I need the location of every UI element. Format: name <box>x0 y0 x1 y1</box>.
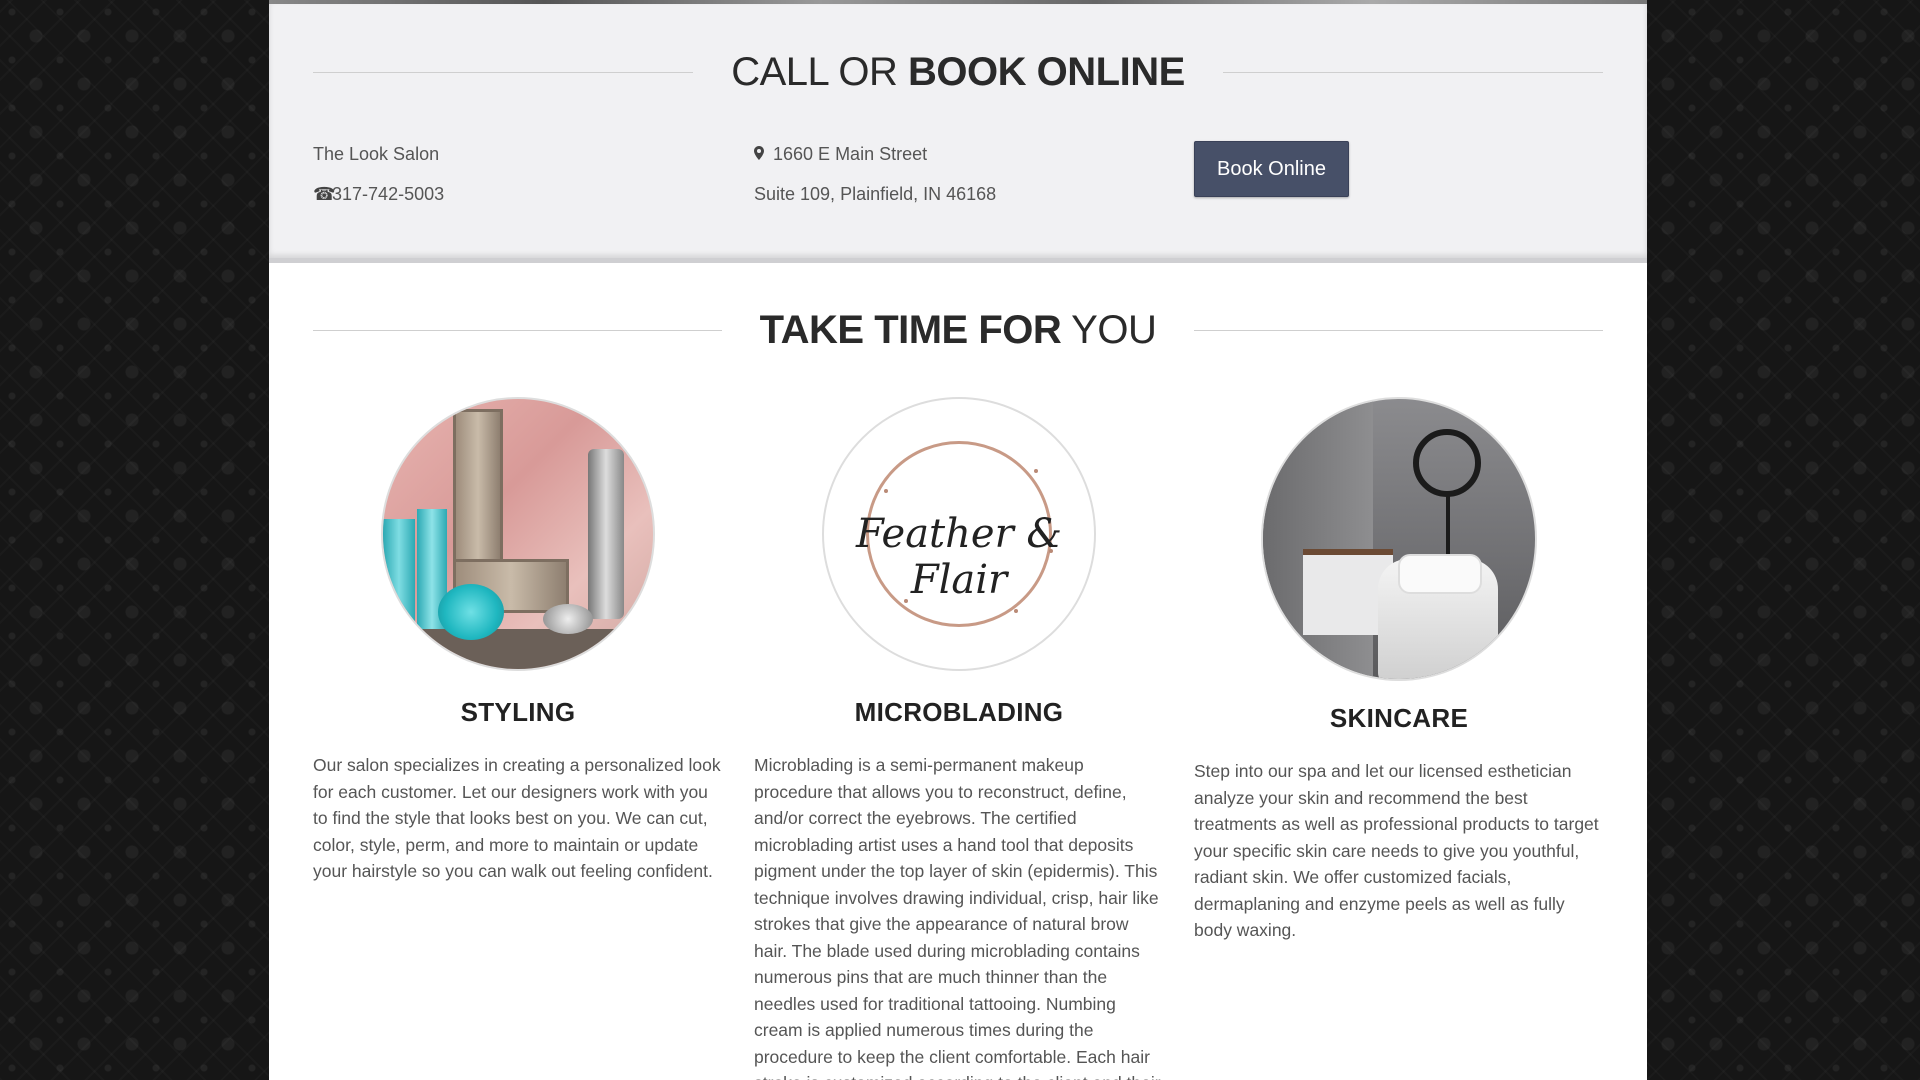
services-heading-row: TAKE TIME FOR YOU <box>313 308 1604 353</box>
service-skincare: SKINCARE Step into our spa and let our l… <box>1194 397 1604 944</box>
service-styling: STYLING Our salon specializes in creatin… <box>313 397 723 885</box>
spa-room-photo <box>1261 397 1537 681</box>
phone-number[interactable]: 317-742-5003 <box>332 184 444 204</box>
hair-products-photo <box>381 397 655 671</box>
phone-line[interactable]: ☎ 317-742-5003 <box>313 180 444 220</box>
address-line-1: 1660 E Main Street <box>754 140 996 180</box>
phone-icon: ☎ <box>313 184 336 204</box>
heading-divider-right <box>1222 72 1604 73</box>
address-line-2: Suite 109, Plainfield, IN 46168 <box>754 184 997 204</box>
service-title: MICROBLADING <box>854 697 1064 727</box>
map-marker-icon <box>754 140 768 168</box>
service-description: Microblading is a semi-permanent makeup … <box>754 755 1161 1080</box>
call-heading: CALL OR BOOK ONLINE <box>731 50 1185 94</box>
heading-divider-left <box>313 72 694 73</box>
call-heading-row: CALL OR BOOK ONLINE <box>313 50 1604 95</box>
booking-column: Book Online <box>1194 141 1349 197</box>
book-online-button[interactable]: Book Online <box>1194 141 1349 197</box>
services-heading: TAKE TIME FOR YOU <box>759 308 1157 352</box>
service-microblading: Feather & Flair MICROBLADING Microbladin… <box>754 397 1164 1080</box>
address-column: 1660 E Main Street Suite 109, Plainfield… <box>754 140 996 220</box>
service-title: SKINCARE <box>1329 703 1469 733</box>
feather-and-flair-logo: Feather & Flair <box>822 397 1096 671</box>
salon-name: The Look Salon <box>313 144 440 164</box>
service-description: Step into our spa and let our licensed e… <box>1194 761 1599 940</box>
heading-divider-left <box>313 330 722 331</box>
heading-divider-right <box>1194 330 1604 331</box>
service-description: Our salon specializes in creating a pers… <box>313 755 721 881</box>
logo-script-text: Feather & Flair <box>855 511 1063 603</box>
page-content: CALL OR BOOK ONLINE The Look Salon ☎ 317… <box>269 0 1647 1080</box>
call-or-book-section: CALL OR BOOK ONLINE The Look Salon ☎ 317… <box>269 4 1647 263</box>
contact-column: The Look Salon ☎ 317-742-5003 <box>313 140 444 220</box>
service-title: STYLING <box>460 697 576 727</box>
